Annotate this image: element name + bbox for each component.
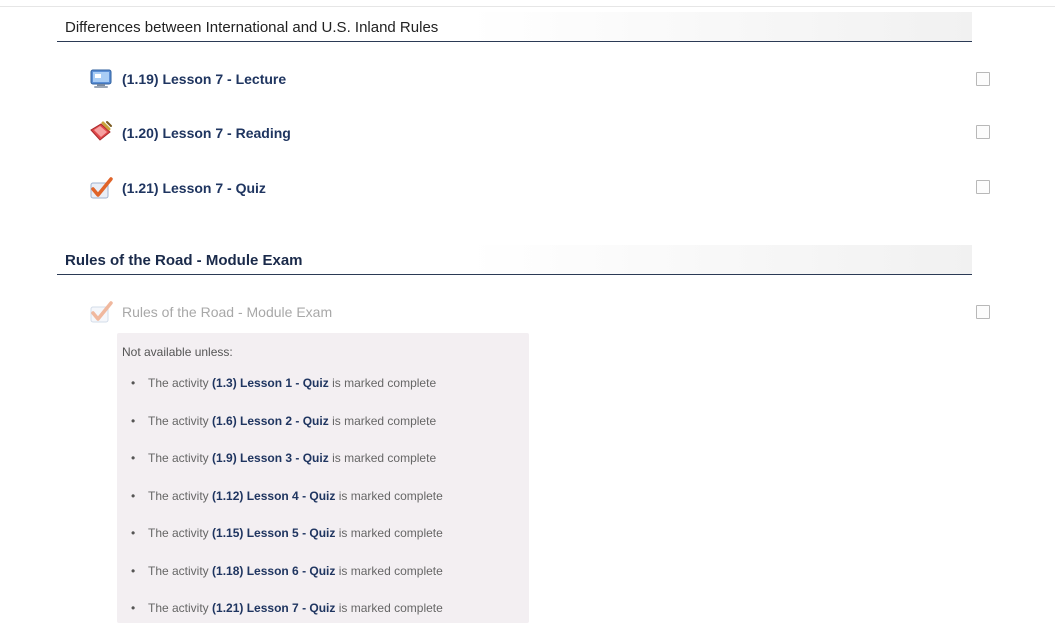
- restriction-suffix: is marked complete: [332, 451, 437, 465]
- section-header-differences: Differences between International and U.…: [57, 12, 972, 42]
- restriction-item: • The activity (1.15) Lesson 5 - Quiz is …: [131, 526, 443, 540]
- bullet-icon: •: [131, 414, 136, 428]
- restriction-prefix: The activity: [148, 564, 209, 578]
- restriction-activity-link[interactable]: (1.21) Lesson 7 - Quiz: [212, 601, 335, 615]
- restriction-item: • The activity (1.6) Lesson 2 - Quiz is m…: [131, 414, 436, 428]
- restriction-prefix: The activity: [148, 376, 209, 390]
- quiz-icon: [90, 177, 113, 199]
- activity-lesson7-lecture[interactable]: (1.19) Lesson 7 - Lecture: [88, 66, 286, 92]
- bullet-icon: •: [131, 564, 136, 578]
- availability-restrictions: Not available unless: • The activity (1.3…: [117, 333, 529, 623]
- activity-lesson7-quiz[interactable]: (1.21) Lesson 7 - Quiz: [88, 175, 266, 201]
- completion-checkbox[interactable]: [976, 125, 990, 139]
- activity-lesson7-reading[interactable]: (1.20) Lesson 7 - Reading: [88, 120, 291, 146]
- restriction-activity-link[interactable]: (1.12) Lesson 4 - Quiz: [212, 489, 335, 503]
- restriction-item: • The activity (1.9) Lesson 3 - Quiz is m…: [131, 451, 436, 465]
- quiz-icon: [90, 301, 113, 323]
- activity-label[interactable]: (1.19) Lesson 7 - Lecture: [122, 71, 286, 87]
- restriction-item: • The activity (1.21) Lesson 7 - Quiz is …: [131, 601, 443, 615]
- restriction-activity-link[interactable]: (1.9) Lesson 3 - Quiz: [212, 451, 329, 465]
- activity-label: Rules of the Road - Module Exam: [122, 304, 333, 320]
- restriction-activity-link[interactable]: (1.3) Lesson 1 - Quiz: [212, 376, 329, 390]
- section-title: Differences between International and U.…: [65, 19, 439, 36]
- restriction-activity-link[interactable]: (1.15) Lesson 5 - Quiz: [212, 526, 335, 540]
- bullet-icon: •: [131, 376, 136, 390]
- restriction-prefix: The activity: [148, 451, 209, 465]
- lecture-icon: [90, 69, 112, 88]
- restriction-item: • The activity (1.3) Lesson 1 - Quiz is m…: [131, 376, 436, 390]
- restriction-suffix: is marked complete: [332, 414, 437, 428]
- restriction-suffix: is marked complete: [338, 564, 443, 578]
- restriction-prefix: The activity: [148, 601, 209, 615]
- restriction-suffix: is marked complete: [338, 489, 443, 503]
- restriction-heading: Not available unless:: [122, 345, 233, 359]
- restriction-prefix: The activity: [148, 526, 209, 540]
- bullet-icon: •: [131, 526, 136, 540]
- restriction-item: • The activity (1.12) Lesson 4 - Quiz is …: [131, 489, 443, 503]
- section-title: Rules of the Road - Module Exam: [65, 252, 303, 269]
- section-header-module-exam: Rules of the Road - Module Exam: [57, 245, 972, 275]
- bullet-icon: •: [131, 451, 136, 465]
- bullet-icon: •: [131, 489, 136, 503]
- restriction-prefix: The activity: [148, 414, 209, 428]
- restriction-activity-link[interactable]: (1.18) Lesson 6 - Quiz: [212, 564, 335, 578]
- restriction-activity-link[interactable]: (1.6) Lesson 2 - Quiz: [212, 414, 329, 428]
- completion-checkbox[interactable]: [976, 72, 990, 86]
- completion-checkbox[interactable]: [976, 180, 990, 194]
- reading-icon: [90, 121, 112, 141]
- activity-label[interactable]: (1.20) Lesson 7 - Reading: [122, 125, 291, 141]
- restriction-suffix: is marked complete: [338, 601, 443, 615]
- restriction-item: • The activity (1.18) Lesson 6 - Quiz is …: [131, 564, 443, 578]
- activity-module-exam: Rules of the Road - Module Exam: [88, 299, 332, 325]
- restriction-suffix: is marked complete: [332, 376, 437, 390]
- top-divider: [0, 6, 1055, 7]
- completion-checkbox[interactable]: [976, 305, 990, 319]
- restriction-prefix: The activity: [148, 489, 209, 503]
- restriction-suffix: is marked complete: [338, 526, 443, 540]
- activity-label[interactable]: (1.21) Lesson 7 - Quiz: [122, 180, 266, 196]
- bullet-icon: •: [131, 601, 136, 615]
